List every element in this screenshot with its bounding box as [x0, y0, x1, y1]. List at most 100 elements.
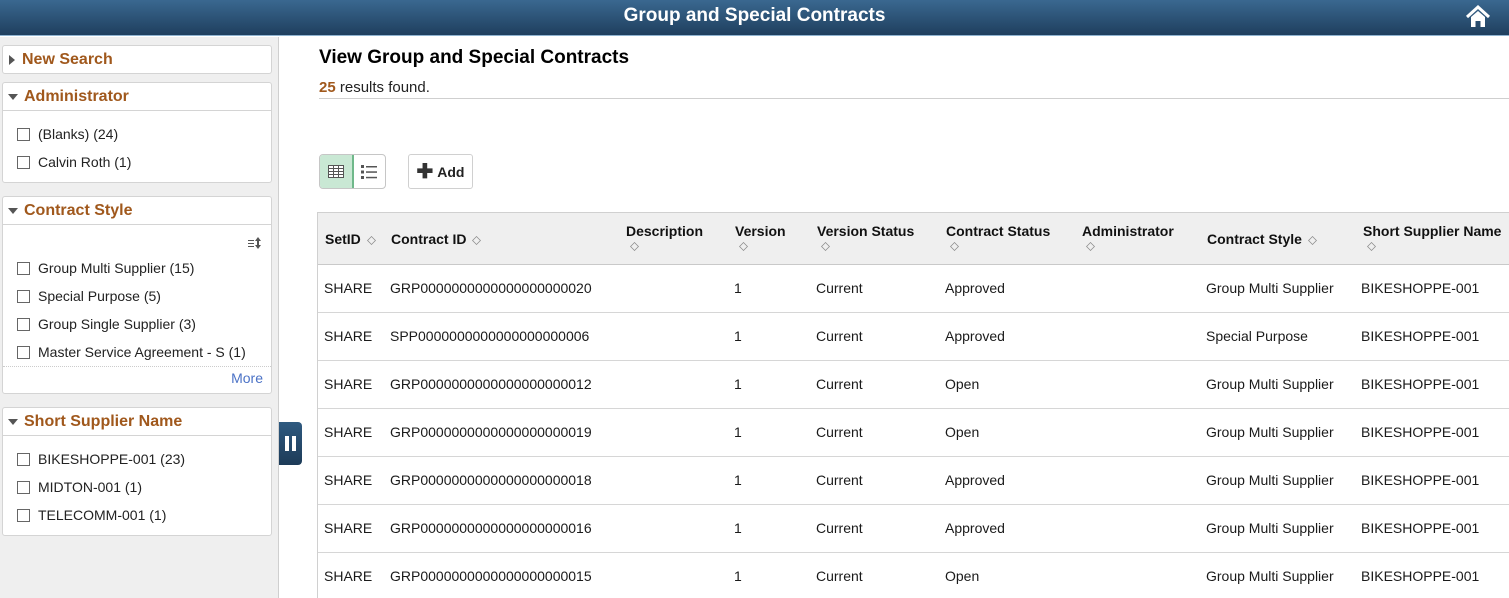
cell-short-supplier-name: BIKESHOPPE-001 — [1361, 424, 1480, 440]
table-row[interactable]: SHARE GRP0000000000000000000018 1 Current Ap… — [318, 457, 1509, 505]
table-row[interactable]: SHARE GRP0000000000000000000015 1 Current Op… — [318, 553, 1509, 598]
sort-icon[interactable] — [1086, 242, 1095, 251]
facet-option-label: (Blanks) (24) — [38, 126, 119, 142]
checkbox[interactable] — [17, 155, 30, 169]
cell-contract-status: Open — [945, 376, 980, 392]
column-header-setid[interactable]: SetID — [325, 231, 376, 247]
column-header-short-supplier-name[interactable]: Short Supplier Name — [1363, 223, 1501, 251]
cell-version-status: Current — [816, 424, 863, 440]
page-title: View Group and Special Contracts — [319, 47, 630, 68]
cell-contract-id: GRP0000000000000000000016 — [390, 520, 592, 536]
cell-version: 1 — [734, 568, 742, 584]
column-header-administrator[interactable]: Administrator — [1082, 223, 1174, 251]
cell-version-status: Current — [816, 568, 863, 584]
more-link[interactable]: More — [231, 370, 263, 386]
facet-option[interactable]: Master Service Agreement - S (1) — [3, 338, 271, 366]
cell-short-supplier-name: BIKESHOPPE-001 — [1361, 376, 1480, 392]
facet-option-label: TELECOMM-001 (1) — [38, 507, 167, 523]
cell-contract-style: Group Multi Supplier — [1206, 424, 1334, 440]
column-header-contract-style[interactable]: Contract Style — [1207, 231, 1317, 247]
column-header-version[interactable]: Version — [735, 223, 786, 251]
add-button[interactable]: ✚ Add — [408, 154, 473, 189]
search-sidebar: New Search Administrator (Blanks) (24) C… — [0, 37, 279, 598]
view-toggle — [319, 154, 386, 189]
facet-option[interactable]: Group Single Supplier (3) — [3, 310, 271, 338]
facet-option[interactable]: MIDTON-001 (1) — [3, 473, 271, 501]
checkbox[interactable] — [17, 480, 30, 494]
cell-contract-status: Approved — [945, 328, 1005, 344]
grid-view-button[interactable] — [320, 155, 354, 188]
grid-icon — [327, 165, 344, 178]
sort-icon[interactable] — [1307, 235, 1317, 245]
sort-icon[interactable] — [630, 242, 639, 251]
facet-option[interactable]: Group Multi Supplier (15) — [3, 254, 271, 282]
checkbox[interactable] — [17, 261, 30, 275]
facet-option[interactable]: TELECOMM-001 (1) — [3, 501, 271, 529]
facet-option[interactable]: Special Purpose (5) — [3, 282, 271, 310]
cell-version-status: Current — [816, 328, 863, 344]
plus-icon: ✚ — [416, 160, 434, 183]
facet-title: Administrator — [24, 87, 129, 105]
facet-option-label: Group Single Supplier (3) — [38, 316, 196, 332]
column-header-description[interactable]: Description — [626, 223, 703, 251]
facet-header[interactable]: Administrator — [3, 83, 271, 111]
sort-icon[interactable] — [366, 235, 376, 245]
table-row[interactable]: SHARE GRP0000000000000000000020 1 Current Ap… — [318, 265, 1509, 313]
facet-option-label: BIKESHOPPE-001 (23) — [38, 451, 186, 467]
more-row: More — [3, 366, 271, 392]
cell-setid: SHARE — [324, 472, 373, 488]
sort-icon[interactable] — [821, 242, 830, 251]
cell-contract-id: GRP0000000000000000000018 — [390, 472, 592, 488]
new-search-panel[interactable]: New Search — [2, 45, 272, 74]
cell-version: 1 — [734, 472, 742, 488]
table-row[interactable]: SHARE GRP0000000000000000000012 1 Current Op… — [318, 361, 1509, 409]
cell-version-status: Current — [816, 520, 863, 536]
column-header-contract-status[interactable]: Contract Status — [946, 223, 1050, 251]
facet-header[interactable]: Contract Style — [3, 197, 271, 225]
cell-setid: SHARE — [324, 568, 373, 584]
page-banner: Group and Special Contracts — [0, 0, 1509, 36]
facet-option[interactable]: Calvin Roth (1) — [3, 148, 271, 176]
checkbox[interactable] — [17, 508, 30, 522]
facet-administrator: Administrator (Blanks) (24) Calvin Roth … — [2, 82, 272, 183]
home-icon[interactable] — [1465, 4, 1491, 29]
facet-option-label: Group Multi Supplier (15) — [38, 260, 195, 276]
collapse-down-icon — [8, 207, 18, 214]
facet-header[interactable]: Short Supplier Name — [3, 408, 271, 436]
cell-version: 1 — [734, 280, 742, 296]
cell-short-supplier-name: BIKESHOPPE-001 — [1361, 280, 1480, 296]
sort-icon[interactable] — [472, 235, 482, 245]
checkbox[interactable] — [17, 289, 30, 303]
facet-contract-style: Contract Style Group Multi Supplier (15)… — [2, 196, 272, 394]
column-header-contract-id[interactable]: Contract ID — [391, 231, 482, 247]
facet-option-label: Calvin Roth (1) — [38, 154, 132, 170]
sort-icon[interactable] — [739, 242, 748, 251]
list-view-button[interactable] — [353, 155, 386, 188]
cell-version-status: Current — [816, 376, 863, 392]
cell-short-supplier-name: BIKESHOPPE-001 — [1361, 472, 1480, 488]
column-header-version-status[interactable]: Version Status — [817, 223, 914, 251]
banner-title: Group and Special Contracts — [623, 5, 886, 26]
checkbox[interactable] — [17, 452, 30, 466]
sort-list-icon[interactable] — [248, 236, 262, 249]
checkbox[interactable] — [17, 345, 30, 359]
facet-option[interactable]: BIKESHOPPE-001 (23) — [3, 445, 271, 473]
facet-title: Contract Style — [24, 201, 133, 219]
checkbox[interactable] — [17, 127, 30, 141]
sort-icon[interactable] — [950, 242, 959, 251]
expand-right-icon — [9, 55, 15, 65]
cell-version: 1 — [734, 520, 742, 536]
cell-contract-style: Group Multi Supplier — [1206, 568, 1334, 584]
facet-option[interactable]: (Blanks) (24) — [3, 120, 271, 148]
cell-contract-style: Group Multi Supplier — [1206, 280, 1334, 296]
cell-contract-id: GRP0000000000000000000020 — [390, 280, 592, 296]
table-row[interactable]: SHARE SPP0000000000000000000006 1 Current Ap… — [318, 313, 1509, 361]
facet-title: Short Supplier Name — [24, 412, 183, 430]
sort-icon[interactable] — [1367, 242, 1376, 251]
cell-version-status: Current — [816, 280, 863, 296]
new-search-toggle[interactable]: New Search — [3, 46, 271, 74]
checkbox[interactable] — [17, 317, 30, 331]
table-row[interactable]: SHARE GRP0000000000000000000019 1 Current Op… — [318, 409, 1509, 457]
table-row[interactable]: SHARE GRP0000000000000000000016 1 Current Ap… — [318, 505, 1509, 553]
new-search-label: New Search — [22, 51, 113, 68]
